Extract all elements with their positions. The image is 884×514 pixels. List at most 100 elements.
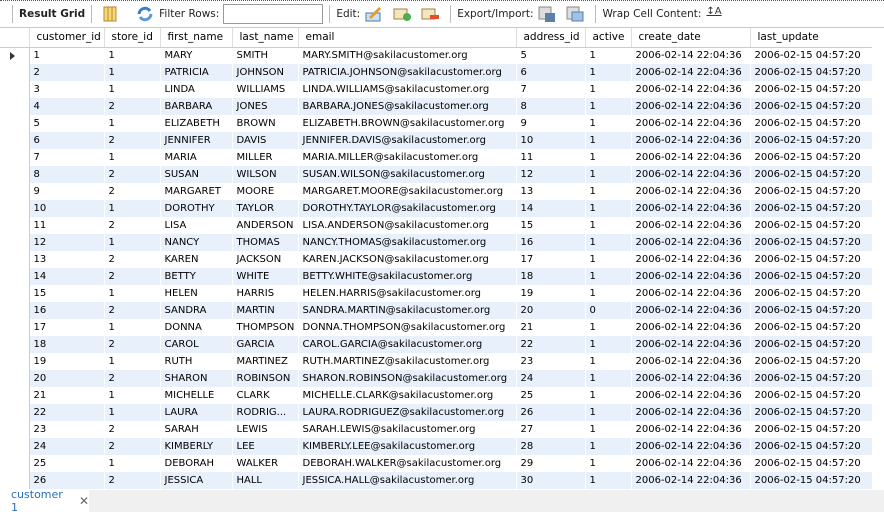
column-header-email[interactable]: email bbox=[298, 28, 517, 48]
cell-first-name[interactable]: MARY bbox=[160, 47, 233, 64]
cell-store-id[interactable]: 1 bbox=[104, 404, 161, 421]
cell-customer-id[interactable]: 17 bbox=[29, 319, 105, 336]
cell-last-update[interactable]: 2006-02-15 04:57:20 bbox=[750, 285, 873, 302]
cell-address-id[interactable]: 17 bbox=[516, 251, 586, 268]
cell-create-date[interactable]: 2006-02-14 22:04:36 bbox=[631, 455, 751, 472]
cell-store-id[interactable]: 1 bbox=[104, 64, 161, 81]
cell-address-id[interactable]: 16 bbox=[516, 234, 586, 251]
edit-cell-icon[interactable] bbox=[365, 6, 383, 22]
table-row[interactable]: 3 1 LINDA WILLIAMS LINDA.WILLIAMS@sakilacust… bbox=[0, 81, 873, 98]
cell-create-date[interactable]: 2006-02-14 22:04:36 bbox=[631, 370, 751, 387]
cell-last-update[interactable]: 2006-02-15 04:57:20 bbox=[750, 98, 873, 115]
row-marker[interactable] bbox=[0, 472, 30, 489]
cell-email[interactable]: LAURA.RODRIGUEZ@sakilacustomer.org bbox=[298, 404, 517, 421]
cell-first-name[interactable]: MARGARET bbox=[160, 183, 233, 200]
cell-last-name[interactable]: JACKSON bbox=[232, 251, 299, 268]
cell-active[interactable]: 1 bbox=[585, 200, 632, 217]
row-marker[interactable] bbox=[0, 302, 30, 319]
cell-create-date[interactable]: 2006-02-14 22:04:36 bbox=[631, 472, 751, 489]
cell-customer-id[interactable]: 8 bbox=[29, 166, 105, 183]
cell-last-update[interactable]: 2006-02-15 04:57:20 bbox=[750, 268, 873, 285]
cell-last-name[interactable]: SMITH bbox=[232, 47, 299, 64]
table-row[interactable]: 11 2 LISA ANDERSON LISA.ANDERSON@sakilacusto… bbox=[0, 217, 873, 234]
cell-last-update[interactable]: 2006-02-15 04:57:20 bbox=[750, 132, 873, 149]
cell-store-id[interactable]: 1 bbox=[104, 149, 161, 166]
cell-create-date[interactable]: 2006-02-14 22:04:36 bbox=[631, 47, 751, 64]
cell-customer-id[interactable]: 3 bbox=[29, 81, 105, 98]
cell-last-name[interactable]: CLARK bbox=[232, 387, 299, 404]
cell-active[interactable]: 1 bbox=[585, 455, 632, 472]
cell-customer-id[interactable]: 18 bbox=[29, 336, 105, 353]
cell-create-date[interactable]: 2006-02-14 22:04:36 bbox=[631, 438, 751, 455]
cell-active[interactable]: 1 bbox=[585, 251, 632, 268]
table-row[interactable]: 4 2 BARBARA JONES BARBARA.JONES@sakilacustom… bbox=[0, 98, 873, 115]
row-marker[interactable] bbox=[0, 166, 30, 183]
cell-customer-id[interactable]: 20 bbox=[29, 370, 105, 387]
cell-last-update[interactable]: 2006-02-15 04:57:20 bbox=[750, 421, 873, 438]
cell-create-date[interactable]: 2006-02-14 22:04:36 bbox=[631, 234, 751, 251]
table-row[interactable]: 15 1 HELEN HARRIS HELEN.HARRIS@sakilacustome… bbox=[0, 285, 873, 302]
row-marker[interactable] bbox=[0, 421, 30, 438]
cell-address-id[interactable]: 12 bbox=[516, 166, 586, 183]
cell-last-update[interactable]: 2006-02-15 04:57:20 bbox=[750, 183, 873, 200]
cell-first-name[interactable]: SARAH bbox=[160, 421, 233, 438]
table-row[interactable]: 8 2 SUSAN WILSON SUSAN.WILSON@sakilacustomer… bbox=[0, 166, 873, 183]
cell-create-date[interactable]: 2006-02-14 22:04:36 bbox=[631, 64, 751, 81]
cell-customer-id[interactable]: 13 bbox=[29, 251, 105, 268]
cell-last-name[interactable]: LEWIS bbox=[232, 421, 299, 438]
cell-address-id[interactable]: 20 bbox=[516, 302, 586, 319]
table-row[interactable]: 5 1 ELIZABETH BROWN ELIZABETH.BROWN@sakilacu… bbox=[0, 115, 873, 132]
cell-last-name[interactable]: HARRIS bbox=[232, 285, 299, 302]
cell-address-id[interactable]: 30 bbox=[516, 472, 586, 489]
cell-first-name[interactable]: JESSICA bbox=[160, 472, 233, 489]
cell-customer-id[interactable]: 9 bbox=[29, 183, 105, 200]
form-view-icon[interactable] bbox=[103, 6, 121, 22]
cell-last-name[interactable]: BROWN bbox=[232, 115, 299, 132]
cell-email[interactable]: DONNA.THOMPSON@sakilacustomer.org bbox=[298, 319, 517, 336]
cell-store-id[interactable]: 2 bbox=[104, 98, 161, 115]
row-marker[interactable] bbox=[0, 200, 30, 217]
cell-first-name[interactable]: DONNA bbox=[160, 319, 233, 336]
cell-create-date[interactable]: 2006-02-14 22:04:36 bbox=[631, 319, 751, 336]
cell-active[interactable]: 1 bbox=[585, 132, 632, 149]
cell-last-update[interactable]: 2006-02-15 04:57:20 bbox=[750, 47, 873, 64]
cell-active[interactable]: 1 bbox=[585, 81, 632, 98]
cell-store-id[interactable]: 1 bbox=[104, 234, 161, 251]
filter-rows-input[interactable] bbox=[223, 4, 324, 24]
column-header-last-update[interactable]: last_update bbox=[750, 28, 873, 48]
table-row[interactable]: 7 1 MARIA MILLER MARIA.MILLER@sakilacustomer… bbox=[0, 149, 873, 166]
table-row[interactable]: 22 1 LAURA RODRIG... LAURA.RODRIGUEZ@sakilac… bbox=[0, 404, 873, 421]
cell-customer-id[interactable]: 14 bbox=[29, 268, 105, 285]
cell-customer-id[interactable]: 22 bbox=[29, 404, 105, 421]
cell-last-name[interactable]: TAYLOR bbox=[232, 200, 299, 217]
cell-address-id[interactable]: 18 bbox=[516, 268, 586, 285]
cell-create-date[interactable]: 2006-02-14 22:04:36 bbox=[631, 149, 751, 166]
cell-address-id[interactable]: 7 bbox=[516, 81, 586, 98]
row-marker[interactable] bbox=[0, 353, 30, 370]
cell-customer-id[interactable]: 21 bbox=[29, 387, 105, 404]
cell-store-id[interactable]: 2 bbox=[104, 302, 161, 319]
cell-email[interactable]: CAROL.GARCIA@sakilacustomer.org bbox=[298, 336, 517, 353]
cell-store-id[interactable]: 2 bbox=[104, 132, 161, 149]
cell-customer-id[interactable]: 25 bbox=[29, 455, 105, 472]
cell-create-date[interactable]: 2006-02-14 22:04:36 bbox=[631, 336, 751, 353]
table-row[interactable]: 23 2 SARAH LEWIS SARAH.LEWIS@sakilacustomer.… bbox=[0, 421, 873, 438]
row-marker[interactable] bbox=[0, 404, 30, 421]
cell-email[interactable]: MICHELLE.CLARK@sakilacustomer.org bbox=[298, 387, 517, 404]
cell-first-name[interactable]: NANCY bbox=[160, 234, 233, 251]
cell-last-name[interactable]: MILLER bbox=[232, 149, 299, 166]
cell-customer-id[interactable]: 6 bbox=[29, 132, 105, 149]
cell-last-name[interactable]: MARTINEZ bbox=[232, 353, 299, 370]
cell-first-name[interactable]: MICHELLE bbox=[160, 387, 233, 404]
cell-first-name[interactable]: SHARON bbox=[160, 370, 233, 387]
cell-active[interactable]: 1 bbox=[585, 370, 632, 387]
cell-active[interactable]: 1 bbox=[585, 234, 632, 251]
cell-store-id[interactable]: 2 bbox=[104, 217, 161, 234]
cell-first-name[interactable]: KIMBERLY bbox=[160, 438, 233, 455]
cell-email[interactable]: PATRICIA.JOHNSON@sakilacustomer.org bbox=[298, 64, 517, 81]
cell-email[interactable]: DEBORAH.WALKER@sakilacustomer.org bbox=[298, 455, 517, 472]
cell-create-date[interactable]: 2006-02-14 22:04:36 bbox=[631, 200, 751, 217]
tab-customer-1[interactable]: customer 1 ✕ bbox=[0, 488, 89, 514]
cell-store-id[interactable]: 2 bbox=[104, 268, 161, 285]
cell-last-update[interactable]: 2006-02-15 04:57:20 bbox=[750, 353, 873, 370]
